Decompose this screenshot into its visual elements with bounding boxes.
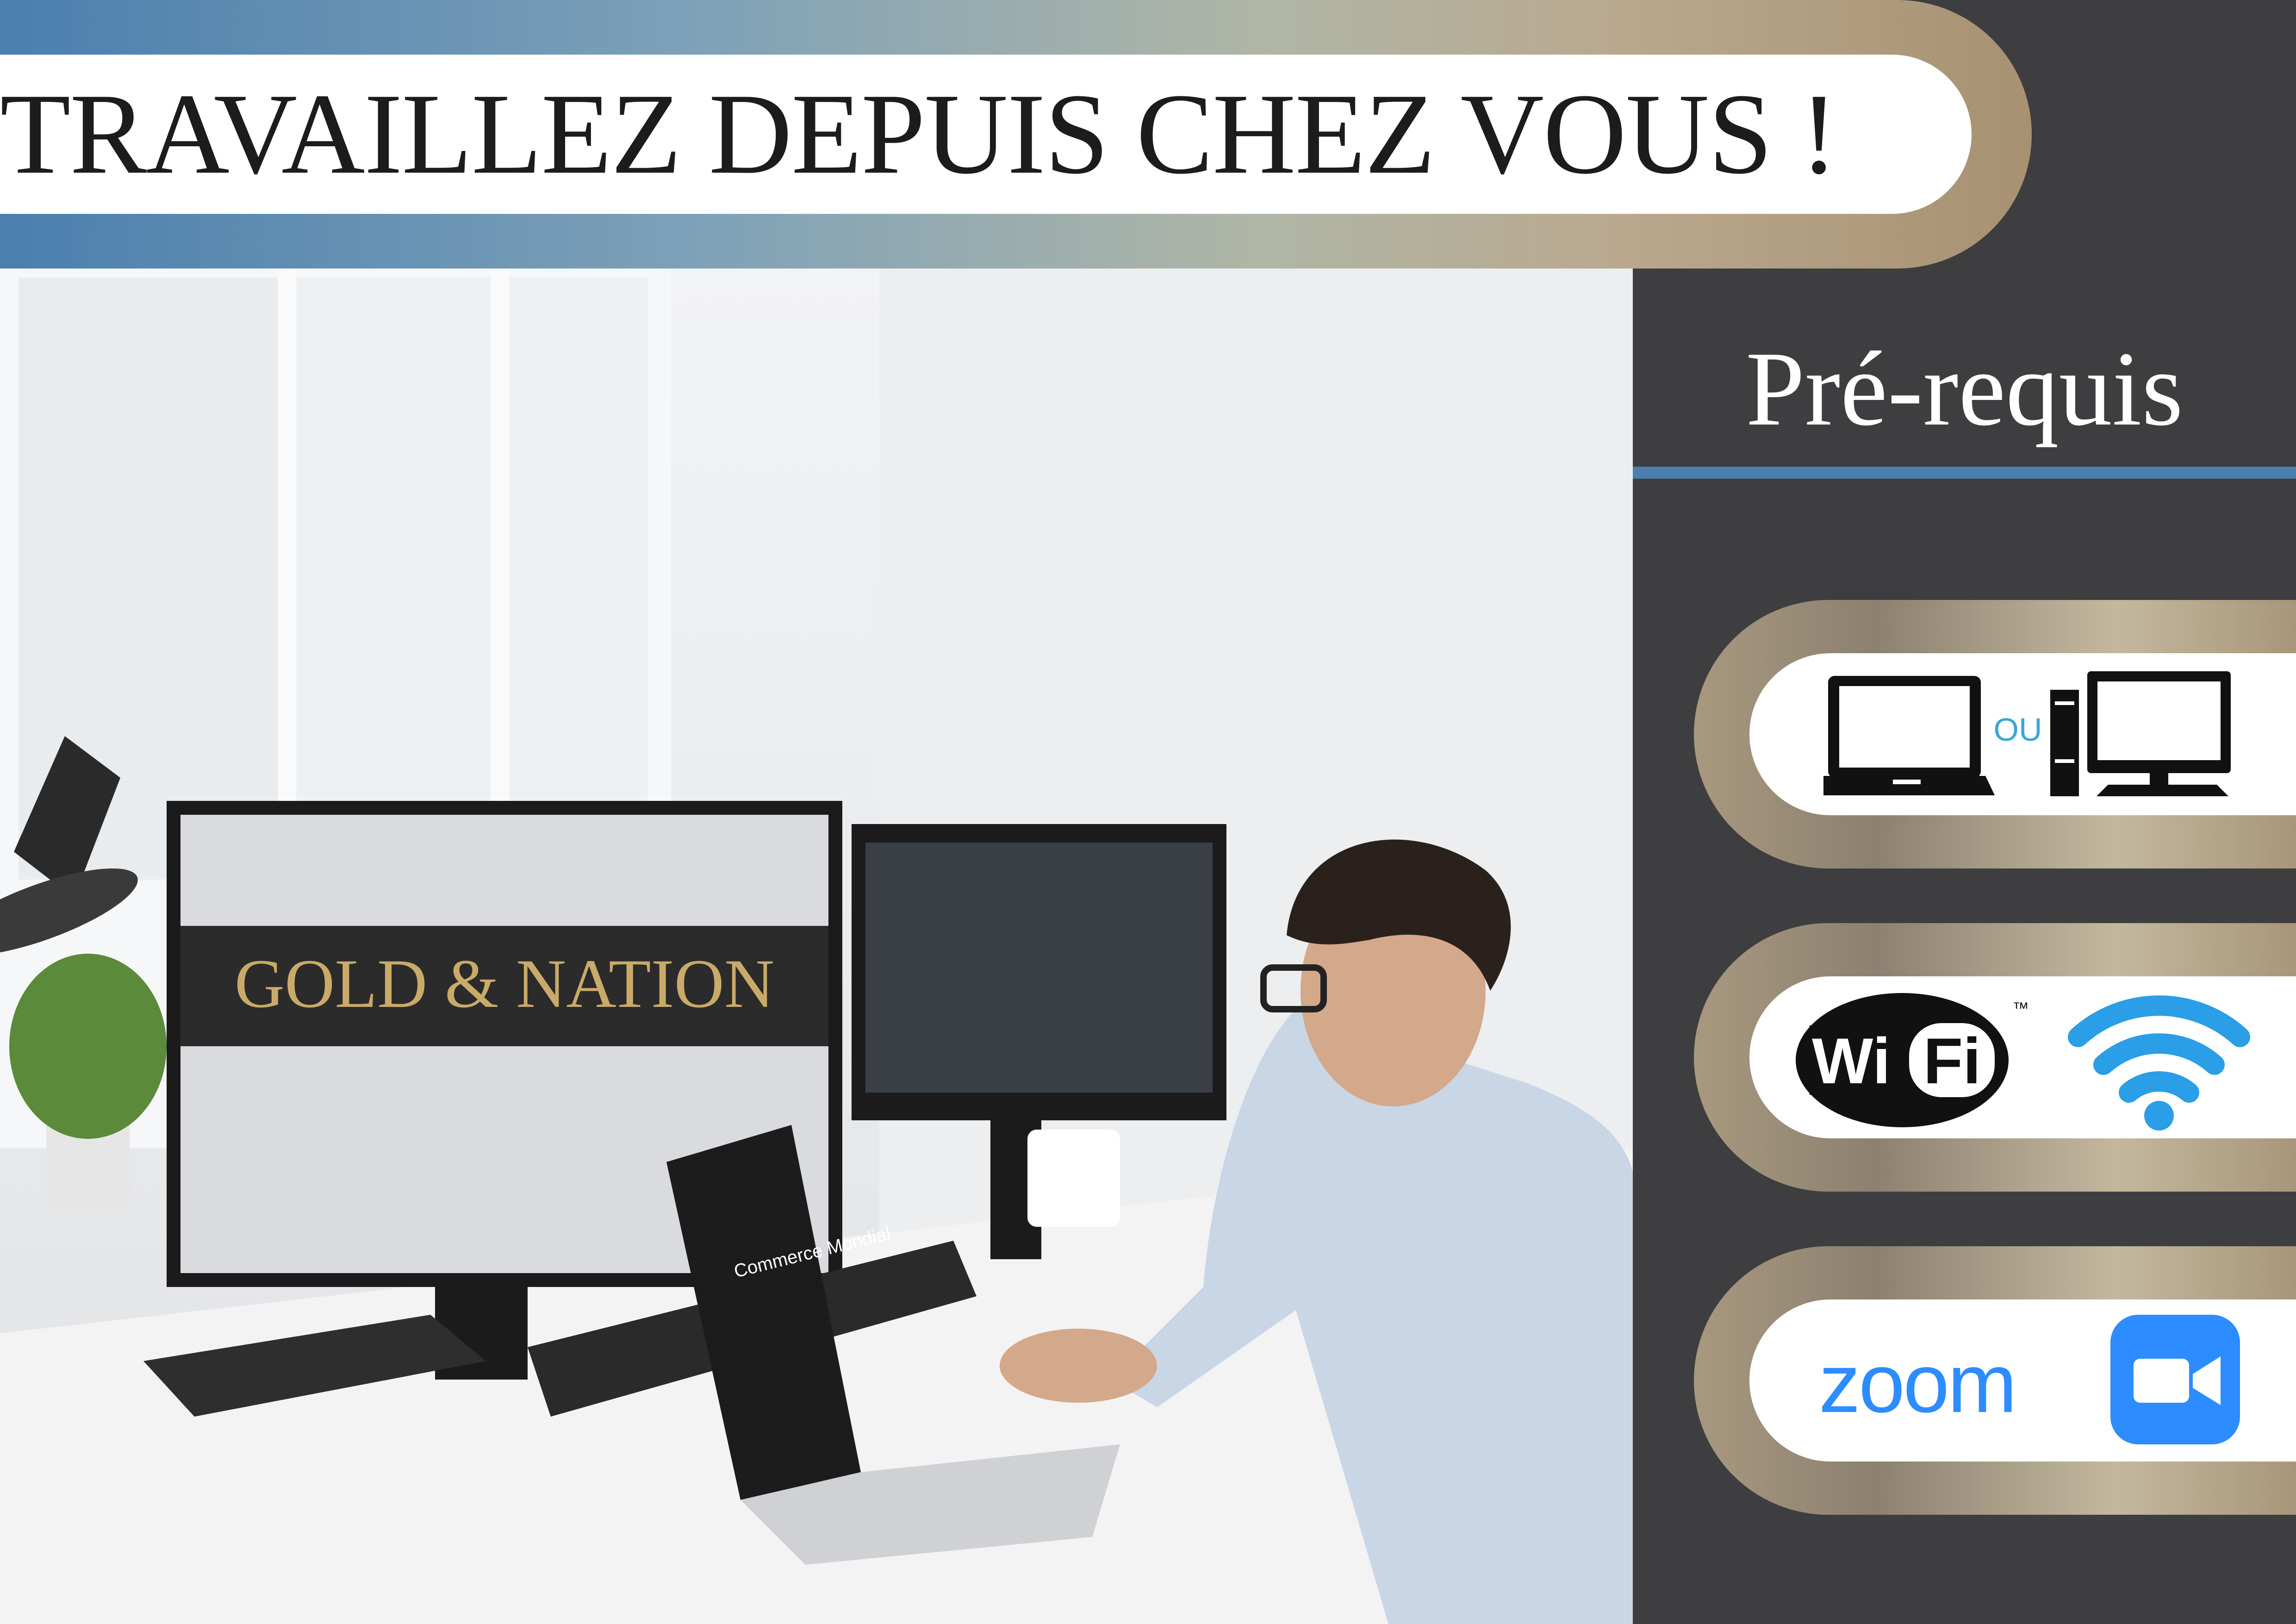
requirements-title-rule — [1633, 467, 2296, 479]
page-title: TRAVAILLEZ DEPUIS CHEZ VOUS ! — [0, 70, 1838, 198]
wifi-signal-icon — [2068, 995, 2250, 1131]
requirement-computer-icons: OU — [1814, 667, 2249, 806]
mug — [1027, 1130, 1120, 1227]
wifi-trademark: ™ — [2012, 999, 2029, 1018]
zoom-logo-icon: zoom — [1819, 1337, 2015, 1430]
requirements-title: Pré-requis — [1745, 330, 2184, 448]
wifi-logo-text-fi: Fi — [1923, 1024, 1981, 1097]
window-pane-middle — [296, 278, 491, 880]
window-pane-right — [509, 278, 648, 880]
video-call-grid — [865, 843, 1213, 1093]
laptop-icon — [1814, 676, 1995, 795]
man-hands — [1000, 1329, 1157, 1403]
requirement-wifi-icons: Wi Fi ™ — [1791, 981, 2254, 1134]
requirement-zoom-icons: zoom — [1819, 1305, 2245, 1454]
wifi-logo-text-wi: Wi — [1812, 1024, 1891, 1097]
office-photo-illustration: GOLD & NATION Commerce Mondial — [0, 269, 1633, 1624]
plant-leaves — [9, 954, 167, 1139]
monitor-logo-text: GOLD & NATION — [235, 945, 775, 1022]
wifi-logo-icon: Wi Fi ™ — [1796, 993, 2029, 1127]
requirement-separator: OU — [1994, 712, 2042, 748]
office-photo: GOLD & NATION Commerce Mondial — [0, 269, 1633, 1624]
desktop-computer-icon — [2050, 671, 2231, 796]
video-camera-icon — [2110, 1315, 2240, 1444]
